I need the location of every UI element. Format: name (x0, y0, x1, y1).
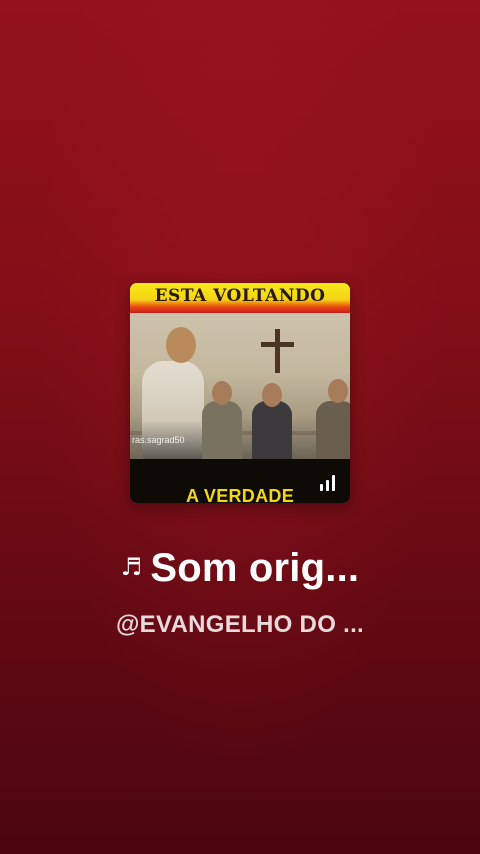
cross-icon-bar (261, 342, 294, 347)
seated-person-head (262, 383, 282, 407)
cover-watermark: ras.sagrad50 (132, 435, 185, 445)
seated-person-head (212, 381, 232, 405)
cross-icon (275, 329, 280, 373)
sound-author[interactable]: @EVANGELHO DO ... (0, 611, 480, 639)
cover-headline: ESTA VOLTANDO (154, 286, 326, 306)
sound-title-row[interactable]: ♬ Som orig... (0, 546, 480, 591)
music-note-icon: ♬ (120, 553, 143, 581)
audio-bars-icon (320, 475, 336, 491)
cover-caption: A VERDADE (185, 486, 295, 503)
seated-person-head (328, 379, 348, 403)
sound-cover-art[interactable]: ESTA VOLTANDO ras.sagrad50 A VERDADE (130, 283, 350, 503)
sound-title[interactable]: Som orig... (150, 546, 359, 591)
standing-person-head (166, 327, 196, 363)
